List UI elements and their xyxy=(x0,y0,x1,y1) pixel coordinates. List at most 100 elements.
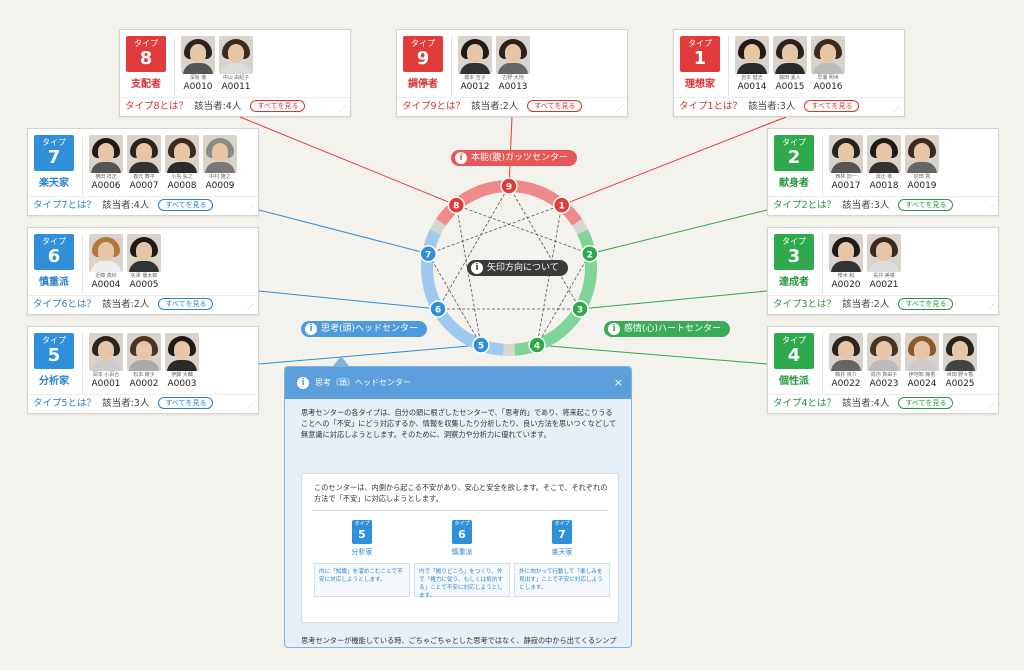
type-badge-number: 4 xyxy=(787,345,801,366)
member[interactable]: 矢澤 優太郎 A0005 xyxy=(126,234,162,290)
type-about-link[interactable]: タイプ3とは？ xyxy=(773,299,836,310)
type-about-link[interactable]: タイプ6とは？ xyxy=(33,299,96,310)
member[interactable]: 藤田 夏人 A0015 xyxy=(772,36,808,92)
gut-center-text: 本能(腹)ガッツセンター xyxy=(471,153,569,163)
see-all-button[interactable]: すべてを見る xyxy=(898,397,954,409)
member[interactable]: 世田 野々香 A0025 xyxy=(942,333,978,389)
member-count: 該当者:2人 xyxy=(102,299,150,310)
see-all-button[interactable]: すべてを見る xyxy=(804,100,860,112)
member-photo[interactable] xyxy=(905,135,939,173)
member[interactable]: 成内 真由子 A0023 xyxy=(866,333,902,389)
member-photo[interactable] xyxy=(127,234,161,272)
head-center-label[interactable]: i 思考(頭)ヘッドセンター xyxy=(301,321,428,337)
member-photo[interactable] xyxy=(943,333,977,371)
member[interactable]: 岩本 健史 A0014 xyxy=(734,36,770,92)
member[interactable]: 濱辻 孝 A0018 xyxy=(866,135,902,191)
enneagram-node-2[interactable]: 2 xyxy=(581,245,599,263)
member-photo[interactable] xyxy=(735,36,769,74)
member[interactable]: 西林 旧一 A0017 xyxy=(828,135,864,191)
member-code: A0015 xyxy=(775,82,805,92)
member-photo[interactable] xyxy=(89,135,123,173)
member[interactable]: 深坂 徹 A0010 xyxy=(180,36,216,92)
member-photo[interactable] xyxy=(181,36,215,74)
see-all-button[interactable]: すべてを見る xyxy=(158,199,214,211)
member[interactable]: 橋本 吉子 A0012 xyxy=(457,36,493,92)
member-name: 古野 大地 xyxy=(502,75,524,81)
member[interactable]: 中村 隆之 A0009 xyxy=(202,135,238,191)
member-code: A0021 xyxy=(869,280,899,290)
member[interactable]: 伊地知 静香 A0024 xyxy=(904,333,940,389)
member-photo[interactable] xyxy=(867,135,901,173)
member-photo[interactable] xyxy=(89,234,123,272)
enneagram-node-6[interactable]: 6 xyxy=(429,300,447,318)
member-photo[interactable] xyxy=(165,333,199,371)
enneagram-node-1[interactable]: 1 xyxy=(552,196,571,214)
member-photo[interactable] xyxy=(867,333,901,371)
enneagram-node-5[interactable]: 5 xyxy=(472,336,490,354)
close-icon[interactable]: × xyxy=(614,367,623,399)
heart-center-label[interactable]: i 感情(心)ハートセンター xyxy=(604,321,731,337)
see-all-button[interactable]: すべてを見る xyxy=(158,298,214,310)
member[interactable]: 伊藤 大輔 A0003 xyxy=(164,333,200,389)
arrow-direction-label[interactable]: i 矢印方向について xyxy=(467,260,568,276)
member-photo[interactable] xyxy=(811,36,845,74)
type-about-link[interactable]: タイプ2とは？ xyxy=(773,200,836,211)
popup-header: i 思考（頭）ヘッドセンター × xyxy=(285,367,631,399)
enneagram-node-9[interactable]: 9 xyxy=(500,177,518,195)
type-about-link[interactable]: タイプ8とは？ xyxy=(125,101,188,112)
see-all-button[interactable]: すべてを見る xyxy=(898,298,954,310)
member-name: 前田 貫 xyxy=(913,174,931,180)
enneagram-node-4[interactable]: 4 xyxy=(528,336,546,354)
member-name: 濱辻 孝 xyxy=(875,174,893,180)
member-photo[interactable] xyxy=(829,234,863,272)
member[interactable]: 中山 由紀子 A0011 xyxy=(218,36,254,92)
enneagram-node-7[interactable]: 7 xyxy=(419,245,437,263)
see-all-button[interactable]: すべてを見る xyxy=(898,199,954,211)
gut-center-label[interactable]: i 本能(腹)ガッツセンター xyxy=(451,150,578,166)
member[interactable]: 前田 貫 A0019 xyxy=(904,135,940,191)
member[interactable]: 長井 美菜 A0021 xyxy=(866,234,902,290)
connector-line-4 xyxy=(537,344,768,365)
member-photo[interactable] xyxy=(867,234,901,272)
member[interactable]: 横田 祥正 A0006 xyxy=(88,135,124,191)
type-about-link[interactable]: タイプ9とは？ xyxy=(402,101,465,112)
member-photo[interactable] xyxy=(905,333,939,371)
member-photo[interactable] xyxy=(496,36,530,74)
member[interactable]: 近藤 真紗 A0004 xyxy=(88,234,124,290)
member-photo[interactable] xyxy=(165,135,199,173)
member-photo[interactable] xyxy=(89,333,123,371)
member[interactable]: 藤井 良介 A0022 xyxy=(828,333,864,389)
member-photo[interactable] xyxy=(219,36,253,74)
member-code: A0018 xyxy=(869,181,899,191)
member-photo[interactable] xyxy=(203,135,237,173)
member-code: A0024 xyxy=(907,379,937,389)
member[interactable]: 春元 舞平 A0007 xyxy=(126,135,162,191)
type-badge-label: タイプ xyxy=(454,521,470,527)
member[interactable]: 小島 弘之 A0008 xyxy=(164,135,200,191)
see-all-button[interactable]: すべてを見る xyxy=(158,397,214,409)
type-about-link[interactable]: タイプ4とは？ xyxy=(773,398,836,409)
member-photo[interactable] xyxy=(127,333,161,371)
see-all-button[interactable]: すべてを見る xyxy=(527,100,583,112)
type-about-link[interactable]: タイプ1とは？ xyxy=(679,101,742,112)
member-photo[interactable] xyxy=(829,333,863,371)
type-about-link[interactable]: タイプ7とは？ xyxy=(33,200,96,211)
member-code: A0008 xyxy=(167,181,197,191)
see-all-button[interactable]: すべてを見る xyxy=(250,100,306,112)
enneagram-node-3[interactable]: 3 xyxy=(571,300,589,318)
member-code: A0005 xyxy=(129,280,159,290)
type-about-link[interactable]: タイプ5とは？ xyxy=(33,398,96,409)
member-photo[interactable] xyxy=(458,36,492,74)
member[interactable]: 古野 大地 A0013 xyxy=(495,36,531,92)
member[interactable]: 岡本 小百合 A0001 xyxy=(88,333,124,389)
member[interactable]: 櫻木 和 A0020 xyxy=(828,234,864,290)
member-photo[interactable] xyxy=(829,135,863,173)
member-name: 中村 隆之 xyxy=(209,174,231,180)
type-name: 楽天家 xyxy=(39,178,69,189)
member-photo[interactable] xyxy=(773,36,807,74)
enneagram-node-8[interactable]: 8 xyxy=(447,196,466,214)
member[interactable]: 早瀬 明世 A0016 xyxy=(810,36,846,92)
card-footer: タイプ5とは？ 該当者:3人 すべてを見る xyxy=(28,394,258,413)
member[interactable]: 松本 綾子 A0002 xyxy=(126,333,162,389)
member-photo[interactable] xyxy=(127,135,161,173)
